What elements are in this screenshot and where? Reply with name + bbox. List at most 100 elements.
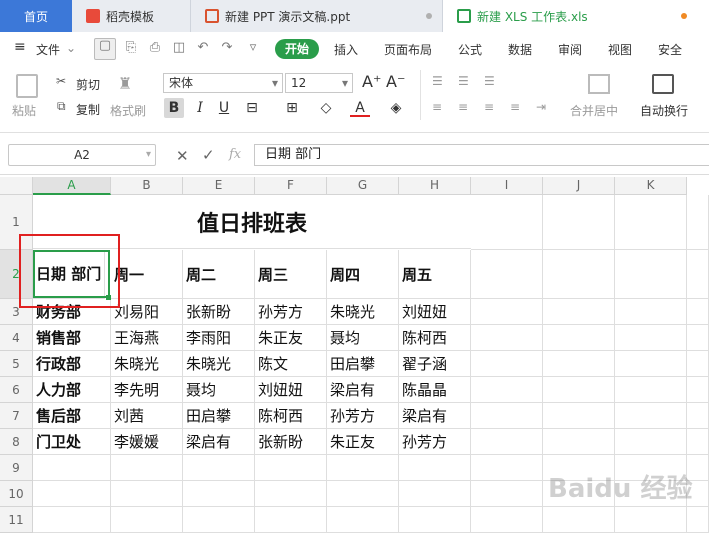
table-cell[interactable]: 孙芳方 [327,403,399,429]
table-cell[interactable]: 孙芳方 [399,429,471,455]
row-header[interactable]: 1 [0,195,33,250]
underline-button[interactable]: U [214,98,234,118]
column-header[interactable]: I [471,177,543,195]
menu-data[interactable]: 数据 [508,41,532,58]
table-cell[interactable]: 孙芳方 [255,299,327,325]
chevron-down-icon[interactable]: ⌄ [66,41,76,55]
table-cell[interactable]: 周三 [255,250,327,299]
empty-cell[interactable] [471,325,543,351]
save-icon[interactable]: ▢ [94,38,116,60]
select-all-corner[interactable] [0,177,33,195]
empty-cell[interactable] [33,481,111,507]
tab-ppt[interactable]: 新建 PPT 演示文稿.ppt [191,0,443,32]
table-cell[interactable]: 梁启有 [183,429,255,455]
empty-cell[interactable] [615,403,687,429]
empty-cell[interactable] [471,403,543,429]
copy-button[interactable]: 复制 [76,101,100,118]
empty-cell[interactable] [687,507,709,533]
menu-file[interactable]: 文件 [36,41,60,58]
strikethrough-icon[interactable]: ⊟ [242,98,262,118]
column-header[interactable]: G [327,177,399,195]
tab-template[interactable]: 稻壳模板 [72,0,191,32]
table-cell[interactable]: 陈文 [255,351,327,377]
empty-cell[interactable] [615,429,687,455]
eraser-icon[interactable]: ◈ [386,98,406,118]
empty-cell[interactable] [615,299,687,325]
fill-handle[interactable] [106,295,111,300]
empty-cell[interactable] [615,377,687,403]
format-painter-button[interactable]: 格式刷 [110,102,146,119]
menu-review[interactable]: 审阅 [558,41,582,58]
table-cell[interactable]: 聂均 [183,377,255,403]
wrap-text-icon[interactable] [652,74,674,94]
table-cell[interactable]: 朱晓光 [183,351,255,377]
empty-cell[interactable] [33,455,111,481]
empty-cell[interactable] [255,481,327,507]
empty-cell[interactable] [543,403,615,429]
sheet-title[interactable]: 值日排班表 [33,195,471,249]
decrease-font-icon[interactable]: A⁻ [386,72,405,91]
empty-cell[interactable] [543,351,615,377]
empty-cell[interactable] [111,455,183,481]
table-cell[interactable]: 翟子涵 [399,351,471,377]
empty-cell[interactable] [327,455,399,481]
font-size-select[interactable]: 12 ▾ [285,73,353,93]
confirm-icon[interactable]: ✓ [202,146,215,164]
empty-cell[interactable] [471,455,543,481]
table-cell[interactable]: 刘妞妞 [399,299,471,325]
empty-cell[interactable] [687,195,709,250]
menu-security[interactable]: 安全 [658,41,682,58]
column-header[interactable]: F [255,177,327,195]
table-cell[interactable]: 刘妞妞 [255,377,327,403]
cancel-icon[interactable]: ✕ [176,147,189,165]
menu-view[interactable]: 视图 [608,41,632,58]
preview-icon[interactable]: ◫ [172,41,186,55]
table-cell[interactable]: 陈晶晶 [399,377,471,403]
bold-button[interactable]: B [164,98,184,118]
table-cell[interactable]: 田启攀 [183,403,255,429]
column-header[interactable]: A [33,177,111,195]
empty-cell[interactable] [543,377,615,403]
empty-cell[interactable] [183,455,255,481]
empty-cell[interactable] [399,507,471,533]
empty-cell[interactable] [183,507,255,533]
table-cell[interactable]: 聂均 [327,325,399,351]
table-cell[interactable]: 周四 [327,250,399,299]
empty-cell[interactable] [471,377,543,403]
undo-icon[interactable]: ↶ [196,41,210,55]
empty-cell[interactable] [543,299,615,325]
table-cell[interactable]: 张新盼 [183,299,255,325]
table-cell[interactable]: 李先明 [111,377,183,403]
table-cell[interactable]: 王海燕 [111,325,183,351]
column-header[interactable]: E [183,177,255,195]
menu-start[interactable]: 开始 [275,39,319,59]
row-header[interactable]: 8 [0,429,33,455]
empty-cell[interactable] [327,481,399,507]
align-center-icon[interactable]: ≡ [458,100,468,114]
table-cell[interactable]: 朱正友 [327,429,399,455]
empty-cell[interactable] [327,507,399,533]
column-header[interactable]: H [399,177,471,195]
row-header[interactable]: 4 [0,325,33,351]
table-cell[interactable]: 陈柯西 [399,325,471,351]
paste-label[interactable]: 粘贴 [12,102,36,119]
indent-icon[interactable]: ⇥ [536,100,546,114]
table-cell[interactable]: 陈柯西 [255,403,327,429]
empty-cell[interactable] [399,455,471,481]
table-cell[interactable]: 销售部 [33,325,111,351]
column-header[interactable]: J [543,177,615,195]
empty-cell[interactable] [687,403,709,429]
empty-cell[interactable] [687,429,709,455]
empty-cell[interactable] [183,481,255,507]
empty-cell[interactable] [255,507,327,533]
table-cell[interactable]: 李雨阳 [183,325,255,351]
empty-cell[interactable] [543,250,615,299]
font-color-icon[interactable]: A [350,98,370,117]
row-header[interactable]: 7 [0,403,33,429]
column-header[interactable]: B [111,177,183,195]
more-chevron-icon[interactable]: ▿ [246,41,260,55]
row-header[interactable]: 6 [0,377,33,403]
row-header[interactable]: 2 [0,250,33,299]
wrap-text-button[interactable]: 自动换行 [640,102,688,119]
align-right-icon[interactable]: ≡ [484,100,494,114]
